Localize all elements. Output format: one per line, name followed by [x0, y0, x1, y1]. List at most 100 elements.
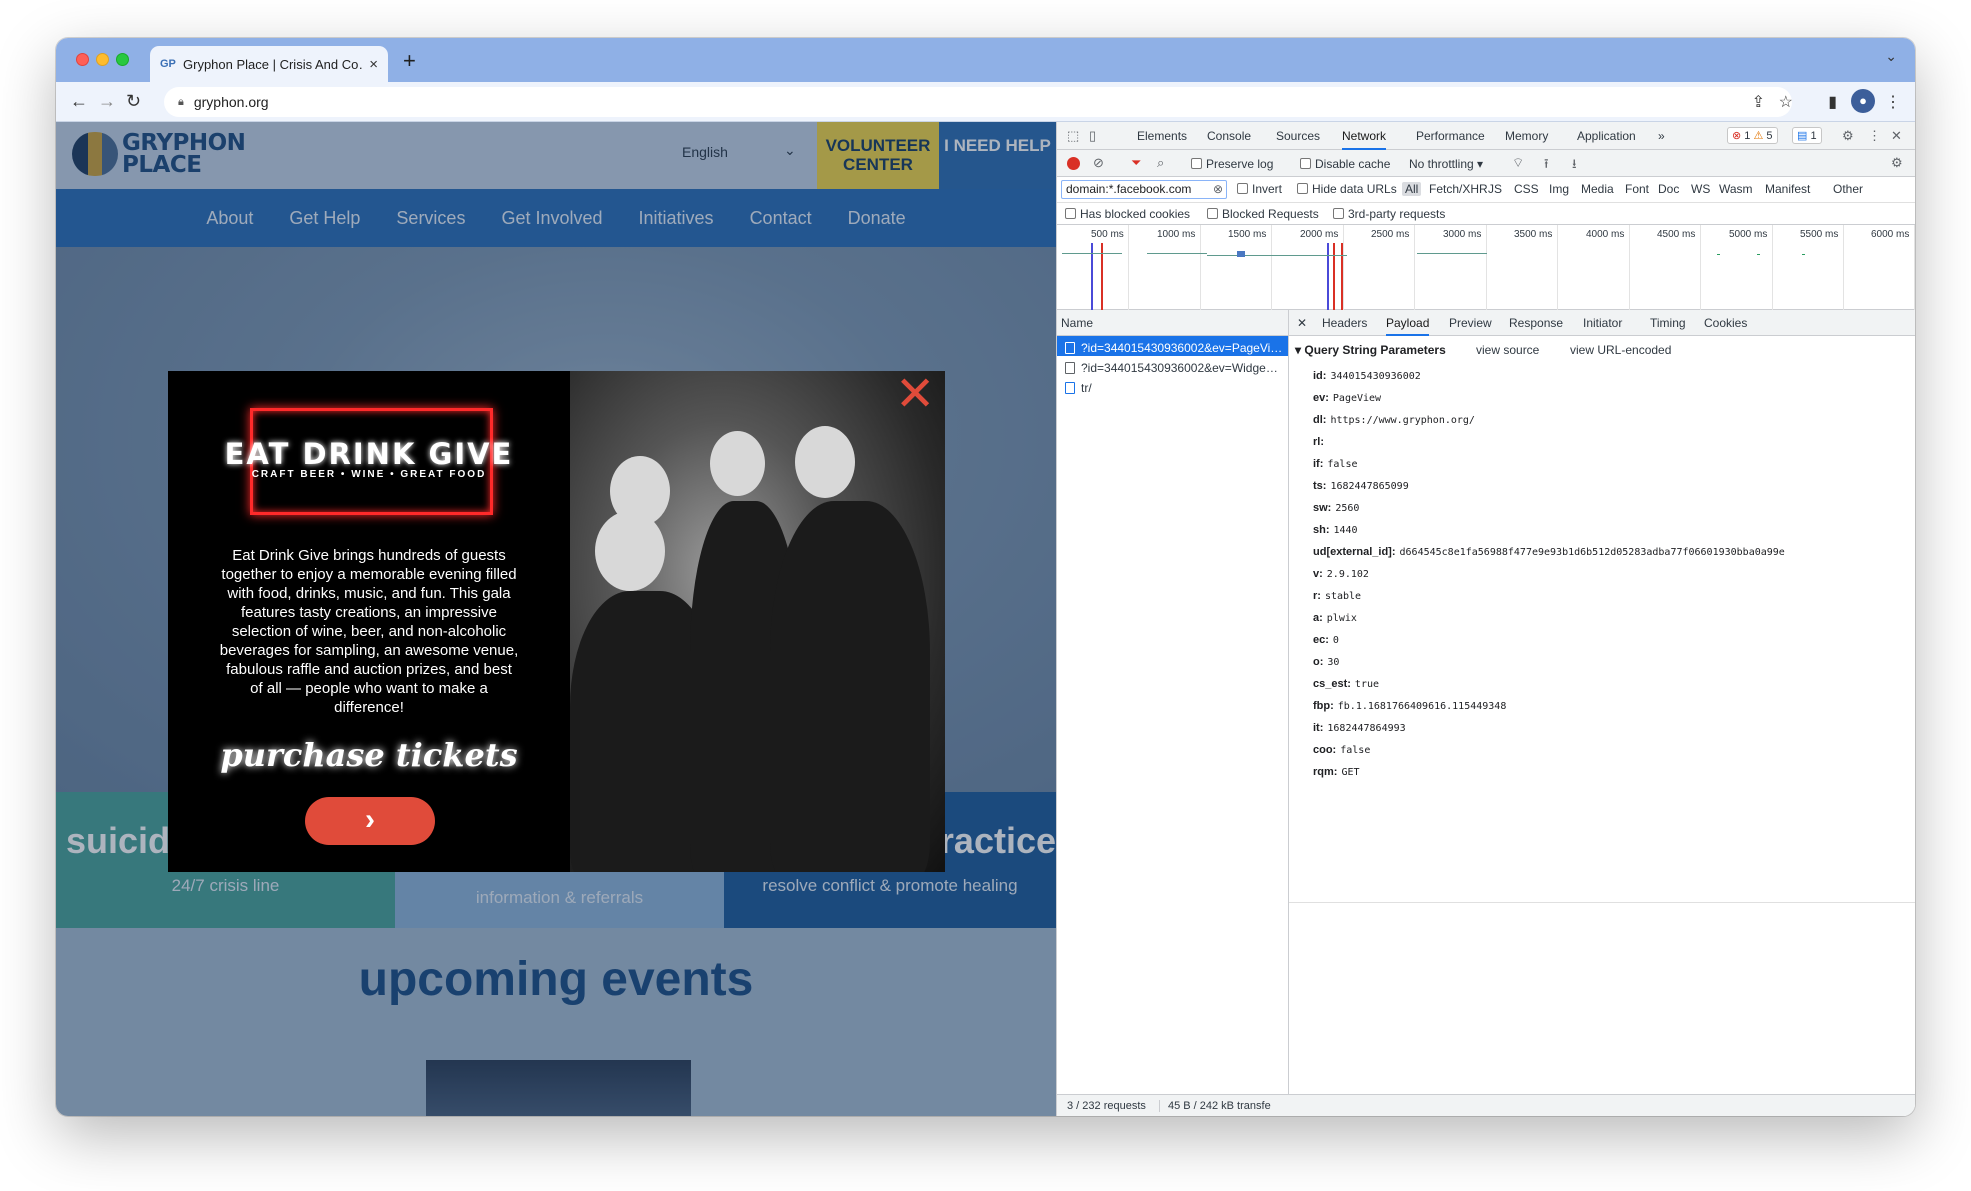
tab-elements[interactable]: Elements: [1137, 129, 1187, 143]
param-row: ts: 1682447865099: [1313, 480, 1409, 492]
tab-initiator[interactable]: Initiator: [1583, 316, 1622, 330]
tab-payload[interactable]: Payload: [1386, 316, 1430, 336]
tab-network[interactable]: Network: [1342, 129, 1387, 150]
popup-description: Eat Drink Give brings hundreds of guests…: [219, 547, 519, 716]
type-doc[interactable]: Doc: [1658, 182, 1679, 196]
disable-cache-checkbox[interactable]: Disable cache: [1300, 157, 1390, 171]
tab-timing[interactable]: Timing: [1650, 316, 1686, 330]
purchase-tickets-button[interactable]: ›: [305, 797, 435, 845]
name-column-header[interactable]: Name: [1057, 310, 1288, 336]
popup-info-panel: EAT DRINK GIVE CRAFT BEER • WINE • GREAT…: [168, 371, 570, 872]
forward-icon[interactable]: →: [98, 91, 116, 112]
record-icon[interactable]: [1067, 157, 1080, 170]
search-icon[interactable]: ⌕: [1157, 155, 1164, 171]
tick-label: 1500 ms: [1228, 229, 1267, 240]
clear-filter-icon[interactable]: ⊗: [1213, 182, 1223, 196]
tick-label: 5000 ms: [1729, 229, 1768, 240]
inspect-element-icon[interactable]: ⬚: [1067, 128, 1079, 144]
side-panel-icon[interactable]: ▮: [1828, 92, 1837, 112]
browser-menu-icon[interactable]: ⋮: [1885, 92, 1901, 112]
network-settings-icon[interactable]: ⚙: [1891, 155, 1903, 171]
request-row[interactable]: ?id=344015430936002&ev=PageView…: [1057, 336, 1288, 356]
event-photo: ✕: [570, 371, 945, 872]
url-text: gryphon.org: [193, 94, 269, 110]
blocked-cookies-checkbox[interactable]: Has blocked cookies: [1065, 207, 1190, 221]
view-source-link[interactable]: view source: [1476, 343, 1539, 357]
tab-sources[interactable]: Sources: [1276, 129, 1320, 143]
purchase-tickets-text[interactable]: purchase tickets: [168, 736, 570, 774]
import-har-icon[interactable]: ⭱: [1544, 155, 1549, 177]
devtools-menu-icon[interactable]: ⋮: [1868, 128, 1881, 144]
address-bar[interactable]: 🔒︎ gryphon.org: [164, 87, 1792, 117]
cookie-filter-bar: Has blocked cookies Blocked Requests 3rd…: [1057, 203, 1915, 225]
blocked-requests-checkbox[interactable]: Blocked Requests: [1207, 207, 1319, 221]
type-ws[interactable]: WS: [1691, 182, 1710, 196]
photo-guest: [595, 511, 665, 591]
network-status-bar: 3 / 232 requests 45 B / 242 kB transfe: [1057, 1094, 1915, 1116]
profile-avatar[interactable]: ●: [1851, 89, 1875, 113]
share-icon[interactable]: ⇪: [1752, 92, 1765, 112]
more-tabs-icon[interactable]: »: [1658, 129, 1665, 143]
tab-response[interactable]: Response: [1509, 316, 1563, 330]
param-row: if: false: [1313, 458, 1358, 470]
param-row: o: 30: [1313, 656, 1340, 668]
request-row[interactable]: tr/: [1057, 376, 1288, 396]
tab-memory[interactable]: Memory: [1505, 129, 1548, 143]
type-css[interactable]: CSS: [1514, 182, 1539, 196]
close-detail-icon[interactable]: ✕: [1297, 316, 1307, 330]
new-tab-button[interactable]: +: [403, 48, 416, 74]
messages-badge[interactable]: ▤ 1: [1792, 127, 1822, 144]
bookmark-star-icon[interactable]: ☆: [1779, 92, 1793, 112]
clear-icon[interactable]: ⊘: [1093, 155, 1104, 171]
type-media[interactable]: Media: [1581, 182, 1614, 196]
type-manifest[interactable]: Manifest: [1765, 182, 1810, 196]
invert-checkbox[interactable]: Invert: [1237, 182, 1282, 196]
back-icon[interactable]: ←: [70, 91, 88, 112]
type-wasm[interactable]: Wasm: [1719, 182, 1753, 196]
minimize-window-button[interactable]: [96, 53, 109, 66]
filter-icon[interactable]: ⏷: [1131, 155, 1141, 171]
device-toolbar-icon[interactable]: ▯: [1089, 128, 1096, 144]
maximize-window-button[interactable]: [116, 53, 129, 66]
type-js[interactable]: JS: [1488, 182, 1502, 196]
error-warning-badge[interactable]: ⊗ 1 ⚠ 5: [1727, 127, 1778, 144]
view-url-encoded-link[interactable]: view URL-encoded: [1570, 343, 1671, 357]
request-bar: [1147, 253, 1207, 254]
request-bar: [1802, 254, 1805, 255]
close-devtools-icon[interactable]: ✕: [1891, 128, 1902, 144]
request-row[interactable]: ?id=344015430936002&ev=Widge…: [1057, 356, 1288, 376]
network-conditions-icon[interactable]: ⌔: [1512, 155, 1524, 171]
tab-headers[interactable]: Headers: [1322, 316, 1367, 330]
close-icon[interactable]: ✕: [895, 371, 935, 419]
close-tab-icon[interactable]: ×: [369, 56, 378, 73]
type-all[interactable]: All: [1402, 182, 1422, 196]
network-timeline[interactable]: 500 ms 1000 ms 1500 ms 2000 ms 2500 ms 3…: [1057, 225, 1915, 310]
tab-cookies[interactable]: Cookies: [1704, 316, 1747, 330]
hide-data-urls-checkbox[interactable]: Hide data URLs: [1297, 182, 1397, 196]
type-img[interactable]: Img: [1549, 182, 1569, 196]
photo-guest: [795, 426, 855, 498]
tab-console[interactable]: Console: [1207, 129, 1251, 143]
param-row: ec: 0: [1313, 634, 1339, 646]
filter-input[interactable]: domain:*.facebook.com ⊗: [1061, 180, 1227, 199]
preserve-log-checkbox[interactable]: Preserve log: [1191, 157, 1273, 171]
tab-search-icon[interactable]: ⌄: [1885, 48, 1897, 65]
tab-application[interactable]: Application: [1577, 129, 1636, 143]
tab-preview[interactable]: Preview: [1449, 316, 1492, 330]
type-other[interactable]: Other: [1833, 182, 1863, 196]
settings-gear-icon[interactable]: ⚙: [1842, 128, 1854, 144]
divider: [1289, 902, 1915, 903]
param-row: it: 1682447864993: [1313, 722, 1406, 734]
request-bar: [1062, 253, 1122, 254]
export-har-icon[interactable]: ⭳: [1572, 155, 1577, 177]
tick-label: 2500 ms: [1371, 229, 1410, 240]
reload-icon[interactable]: ↻: [126, 91, 141, 112]
query-string-section-toggle[interactable]: ▾ Query String Parameters: [1295, 343, 1446, 357]
third-party-checkbox[interactable]: 3rd-party requests: [1333, 207, 1445, 221]
close-window-button[interactable]: [76, 53, 89, 66]
type-fetch-xhr[interactable]: Fetch/XHR: [1429, 182, 1488, 196]
throttling-select[interactable]: No throttling ▾: [1409, 157, 1483, 171]
tab-performance[interactable]: Performance: [1416, 129, 1485, 143]
browser-tab[interactable]: GP Gryphon Place | Crisis And Co… ×: [150, 46, 388, 82]
type-font[interactable]: Font: [1625, 182, 1649, 196]
